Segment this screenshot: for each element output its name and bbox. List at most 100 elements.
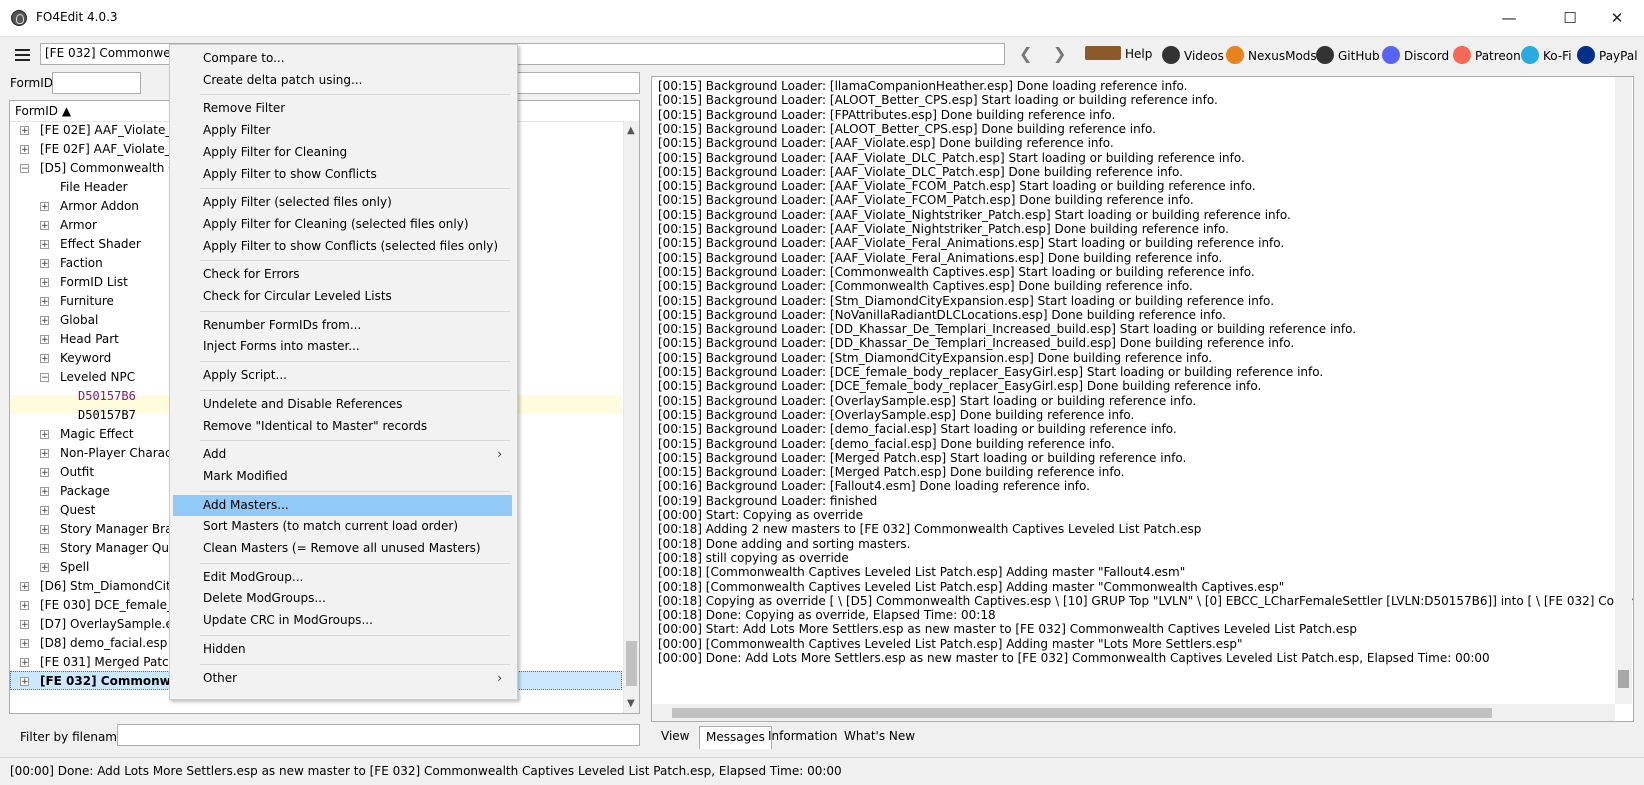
maximize-button[interactable]: ☐ <box>1547 0 1593 36</box>
help-link[interactable]: Help <box>1085 46 1152 61</box>
paypal-link[interactable]: PayPal <box>1577 46 1638 64</box>
tree-node[interactable]: Armor <box>60 216 97 235</box>
menu-item-apply-script[interactable]: Apply Script... <box>173 365 512 386</box>
menu-item-check-for-circular-leveled-lists[interactable]: Check for Circular Leveled Lists <box>173 286 512 307</box>
collapse-icon[interactable]: − <box>40 373 49 383</box>
expand-icon[interactable]: + <box>40 563 49 573</box>
expand-icon[interactable]: + <box>40 544 49 554</box>
tree-node[interactable]: Outfit <box>60 463 94 482</box>
expand-icon[interactable]: + <box>40 506 49 516</box>
tree-node[interactable]: D50157B7 <box>78 406 136 425</box>
tree-node[interactable]: Head Part <box>60 330 119 349</box>
expand-icon[interactable]: + <box>40 525 49 535</box>
log-vertical-scrollbar-thumb[interactable] <box>1618 670 1629 688</box>
tree-node[interactable]: [D6] Stm_DiamondCityE <box>40 577 185 596</box>
expand-icon[interactable]: + <box>20 126 29 136</box>
tree-node[interactable]: Magic Effect <box>60 425 134 444</box>
collapse-icon[interactable]: − <box>20 164 29 174</box>
expand-icon[interactable]: + <box>40 354 49 364</box>
tree-node[interactable]: Non-Player Characte <box>60 444 184 463</box>
expand-icon[interactable]: + <box>40 221 49 231</box>
tab-information[interactable]: Information <box>762 726 843 748</box>
log-vertical-scrollbar[interactable] <box>1615 77 1632 704</box>
expand-icon[interactable]: + <box>40 335 49 345</box>
back-arrow-icon[interactable]: ❮ <box>1019 44 1032 63</box>
menu-item-clean-masters-remove-all-unused-masters[interactable]: Clean Masters (= Remove all unused Maste… <box>173 538 512 559</box>
ko-fi-link[interactable]: Ko-Fi <box>1521 46 1572 64</box>
menu-item-remove-identical-to-master-records[interactable]: Remove "Identical to Master" records <box>173 416 512 437</box>
menu-item-other[interactable]: Other › <box>173 668 512 689</box>
tree-node[interactable]: [FE 031] Merged Patch.e <box>40 653 187 672</box>
menu-item-update-crc-in-modgroups[interactable]: Update CRC in ModGroups... <box>173 610 512 631</box>
tree-node[interactable]: Furniture <box>60 292 114 311</box>
scroll-up-icon[interactable]: ▲ <box>627 125 635 136</box>
tree-node[interactable]: Story Manager Branc <box>60 520 187 539</box>
expand-icon[interactable]: + <box>40 468 49 478</box>
expand-icon[interactable]: + <box>40 449 49 459</box>
scroll-down-icon[interactable]: ▼ <box>627 698 635 709</box>
tree-scrollbar-thumb[interactable] <box>626 641 637 686</box>
menu-item-apply-filter[interactable]: Apply Filter <box>173 120 512 141</box>
tree-scrollbar[interactable] <box>623 121 639 713</box>
tree-node[interactable]: FormID List <box>60 273 128 292</box>
minimize-button[interactable]: — <box>1486 0 1532 36</box>
menu-item-apply-filter-to-show-conflicts-selected-files-only[interactable]: Apply Filter to show Conflicts (selected… <box>173 236 512 257</box>
tree-node[interactable]: [D7] OverlaySample.esp <box>40 615 187 634</box>
tree-node[interactable]: Armor Addon <box>60 197 139 216</box>
expand-icon[interactable]: + <box>40 202 49 212</box>
tree-node[interactable]: Keyword <box>60 349 111 368</box>
tree-node[interactable]: File Header <box>60 178 128 197</box>
expand-icon[interactable]: + <box>40 240 49 250</box>
videos-link[interactable]: Videos <box>1162 46 1224 64</box>
tab-what-s-new[interactable]: What's New <box>838 726 921 748</box>
tree-node[interactable]: Global <box>60 311 98 330</box>
menu-item-apply-filter-for-cleaning-selected-files-only[interactable]: Apply Filter for Cleaning (selected file… <box>173 214 512 235</box>
log-horizontal-scrollbar-thumb[interactable] <box>672 708 1492 718</box>
tree-node[interactable]: [D8] demo_facial.esp <box>40 634 167 653</box>
tree-node[interactable]: Faction <box>60 254 103 273</box>
menu-item-compare-to[interactable]: Compare to... <box>173 48 512 69</box>
menu-item-apply-filter-selected-files-only[interactable]: Apply Filter (selected files only) <box>173 192 512 213</box>
expand-icon[interactable]: + <box>20 620 29 630</box>
expand-icon[interactable]: + <box>20 658 29 668</box>
expand-icon[interactable]: + <box>20 639 29 649</box>
nexusmods-link[interactable]: NexusMods <box>1226 46 1317 64</box>
patreon-link[interactable]: Patreon <box>1453 46 1521 64</box>
menu-item-mark-modified[interactable]: Mark Modified <box>173 466 512 487</box>
menu-item-remove-filter[interactable]: Remove Filter <box>173 98 512 119</box>
expand-icon[interactable]: + <box>40 487 49 497</box>
menu-item-add[interactable]: Add › <box>173 444 512 465</box>
expand-icon[interactable]: + <box>20 677 29 687</box>
tree-node[interactable]: Spell <box>60 558 89 577</box>
tree-node[interactable]: Quest <box>60 501 95 520</box>
tree-node[interactable]: Effect Shader <box>60 235 141 254</box>
menu-item-apply-filter-for-cleaning[interactable]: Apply Filter for Cleaning <box>173 142 512 163</box>
expand-icon[interactable]: + <box>40 278 49 288</box>
forward-arrow-icon[interactable]: ❯ <box>1053 44 1066 63</box>
menu-item-check-for-errors[interactable]: Check for Errors <box>173 264 512 285</box>
tree-node[interactable]: Package <box>60 482 110 501</box>
filter-by-filename-input[interactable] <box>117 724 640 746</box>
close-button[interactable]: ✕ <box>1594 0 1640 36</box>
menu-item-create-delta-patch-using[interactable]: Create delta patch using... <box>173 70 512 91</box>
menu-item-renumber-formids-from[interactable]: Renumber FormIDs from... <box>173 315 512 336</box>
menu-item-apply-filter-to-show-conflicts[interactable]: Apply Filter to show Conflicts <box>173 164 512 185</box>
menu-item-add-masters[interactable]: Add Masters... <box>173 494 512 516</box>
expand-icon[interactable]: + <box>40 316 49 326</box>
tree-node[interactable]: Leveled NPC <box>60 368 135 387</box>
tree-node[interactable]: [FE 02F] AAF_Violate_Fer <box>40 140 189 159</box>
menu-item-sort-masters-to-match-current-load-order[interactable]: Sort Masters (to match current load orde… <box>173 516 512 537</box>
hamburger-menu-icon[interactable] <box>11 44 33 64</box>
formid-input[interactable] <box>52 72 141 94</box>
menu-item-undelete-and-disable-references[interactable]: Undelete and Disable References <box>173 394 512 415</box>
tab-messages[interactable]: Messages <box>699 726 772 749</box>
menu-item-inject-forms-into-master[interactable]: Inject Forms into master... <box>173 336 512 357</box>
menu-item-edit-modgroup[interactable]: Edit ModGroup... <box>173 567 512 588</box>
github-link[interactable]: GitHub <box>1316 46 1380 64</box>
tab-view[interactable]: View <box>655 726 695 748</box>
expand-icon[interactable]: + <box>20 601 29 611</box>
expand-icon[interactable]: + <box>40 259 49 269</box>
expand-icon[interactable]: + <box>40 430 49 440</box>
expand-icon[interactable]: + <box>20 582 29 592</box>
expand-icon[interactable]: + <box>20 145 29 155</box>
